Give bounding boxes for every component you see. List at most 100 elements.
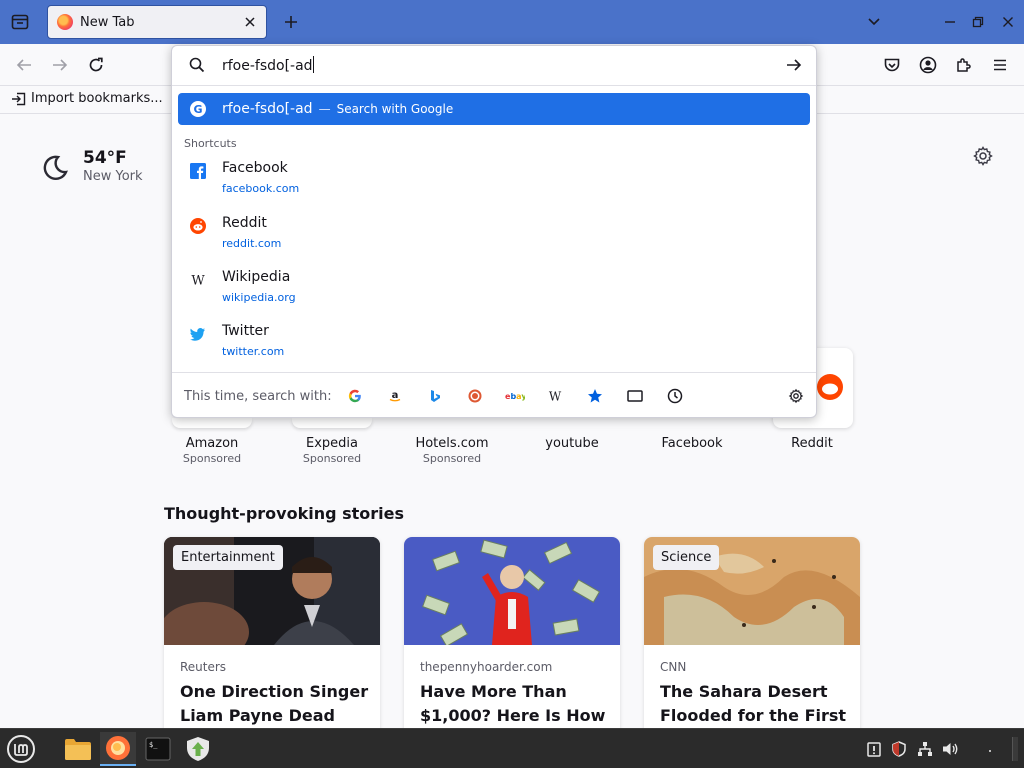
notifications-tray[interactable] — [864, 739, 884, 759]
urlbar-input-text: rfoe-fsdo[-ad — [222, 58, 313, 74]
svg-text:W: W — [549, 390, 562, 404]
shortcut-url: reddit.com — [222, 237, 282, 250]
account-button[interactable] — [915, 52, 941, 78]
wikipedia-engine-button[interactable]: W — [544, 385, 566, 407]
restore-button[interactable] — [966, 10, 990, 34]
clipboard-alert-icon — [867, 742, 881, 757]
google-icon — [348, 389, 361, 403]
import-bookmarks-button[interactable]: Import bookmarks... — [11, 91, 163, 106]
shortcut-reddit[interactable]: Reddit reddit.com — [172, 212, 816, 262]
top-site-name: Hotels.com — [415, 436, 489, 451]
forward-button[interactable] — [47, 52, 73, 78]
tab-new-tab[interactable]: New Tab — [47, 5, 267, 39]
bing-engine-button[interactable] — [424, 385, 446, 407]
search-icon — [189, 57, 205, 73]
close-window-button[interactable] — [996, 10, 1020, 34]
top-site-tile-amazon[interactable] — [172, 418, 252, 428]
shield-update-icon — [187, 737, 209, 761]
svg-text:ebay: ebay — [505, 392, 525, 401]
account-icon — [919, 56, 937, 74]
amazon-engine-button[interactable]: a — [384, 385, 406, 407]
story-card[interactable]: Entertainment Reuters One Direction Sing… — [164, 537, 380, 737]
firefox-launcher[interactable] — [100, 732, 136, 766]
search-suggestion-row[interactable]: G rfoe-fsdo[-ad — Search with Google — [178, 93, 810, 125]
back-button[interactable] — [11, 52, 37, 78]
tab-icon — [627, 390, 643, 402]
suggestion-action: Search with Google — [336, 102, 454, 116]
new-tab-button[interactable] — [278, 9, 304, 35]
google-engine-button[interactable] — [344, 385, 366, 407]
wikipedia-icon: W — [191, 274, 205, 289]
story-source: Reuters — [180, 660, 227, 674]
forward-arrow-icon — [53, 59, 68, 71]
reddit-icon — [817, 374, 843, 400]
linux-mint-icon — [7, 735, 35, 763]
go-arrow-icon[interactable] — [786, 57, 802, 73]
update-manager-launcher[interactable] — [180, 732, 216, 766]
shortcut-twitter[interactable]: Twitter twitter.com — [172, 320, 816, 370]
hamburger-menu-icon — [994, 59, 1006, 71]
moon-icon — [43, 155, 68, 180]
bookmarks-search-button[interactable] — [584, 385, 606, 407]
top-site-tile-expedia[interactable] — [292, 418, 372, 428]
search-settings-button[interactable] — [785, 385, 807, 407]
story-card[interactable]: thepennyhoarder.com Have More Than $1,00… — [404, 537, 620, 737]
close-tab-icon[interactable] — [243, 15, 257, 29]
text-caret — [312, 56, 314, 73]
gear-icon[interactable] — [972, 145, 994, 167]
shortcut-url: facebook.com — [222, 182, 300, 195]
weather-widget[interactable]: 54°F New York — [40, 148, 143, 184]
terminal-launcher[interactable]: $_ — [140, 732, 176, 766]
pocket-icon — [884, 58, 900, 71]
wikipedia-icon: W — [549, 390, 562, 404]
story-card[interactable]: Science CNN The Sahara Desert Flooded fo… — [644, 537, 860, 737]
shortcut-name: Reddit — [222, 215, 267, 231]
star-icon — [588, 389, 602, 403]
tabs-search-button[interactable] — [624, 385, 646, 407]
network-icon — [918, 742, 932, 756]
minimize-button[interactable] — [938, 10, 962, 34]
urlbar-input-row[interactable]: rfoe-fsdo[-ad — [172, 46, 816, 86]
stories-heading: Thought-provoking stories — [164, 504, 405, 523]
network-tray[interactable] — [915, 739, 935, 759]
urlbar-input[interactable]: rfoe-fsdo[-ad — [222, 56, 314, 74]
reload-button[interactable] — [83, 52, 109, 78]
extensions-button[interactable] — [951, 52, 977, 78]
minimize-icon — [945, 21, 955, 23]
volume-tray[interactable] — [941, 739, 961, 759]
show-desktop-button[interactable] — [1012, 737, 1018, 761]
history-search-button[interactable] — [664, 385, 686, 407]
menu-button[interactable] — [987, 52, 1013, 78]
suggestion-query: rfoe-fsdo[-ad — [222, 101, 313, 117]
clock-tray[interactable] — [980, 739, 1000, 759]
shortcut-facebook[interactable]: Facebook facebook.com — [172, 157, 816, 207]
list-all-tabs-button[interactable] — [862, 10, 886, 34]
pocket-button[interactable] — [879, 52, 905, 78]
svg-text:W: W — [191, 274, 205, 289]
ebay-icon: ebay — [505, 392, 525, 401]
security-tray[interactable] — [889, 739, 909, 759]
ebay-engine-button[interactable]: ebay — [504, 385, 526, 407]
story-image — [404, 537, 620, 645]
import-icon — [12, 92, 26, 105]
reload-icon — [89, 57, 103, 72]
files-launcher[interactable] — [60, 732, 96, 766]
shortcut-wikipedia[interactable]: W Wikipedia wikipedia.org — [172, 266, 816, 316]
search-engine-oneoffs: This time, search with: a ebay W — [172, 372, 816, 418]
bing-icon — [431, 390, 440, 402]
firefox-view-icon — [11, 14, 29, 30]
urlbar-dropdown: rfoe-fsdo[-ad G rfoe-fsdo[-ad — Search w… — [171, 45, 817, 418]
facebook-icon — [190, 163, 206, 179]
google-icon: G — [190, 101, 206, 117]
firefox-view-button[interactable] — [6, 8, 34, 36]
plus-icon — [285, 16, 297, 28]
duckduckgo-engine-button[interactable] — [464, 385, 486, 407]
shield-icon — [892, 741, 906, 757]
clock-indicator-icon — [989, 750, 991, 752]
start-menu-button[interactable] — [3, 732, 39, 766]
twitter-icon — [190, 328, 205, 341]
restore-icon — [972, 16, 984, 28]
search-with-label: This time, search with: — [184, 389, 332, 404]
story-headline: Have More Than $1,000? Here Is How — [420, 682, 606, 725]
system-taskbar: $_ — [0, 728, 1024, 768]
